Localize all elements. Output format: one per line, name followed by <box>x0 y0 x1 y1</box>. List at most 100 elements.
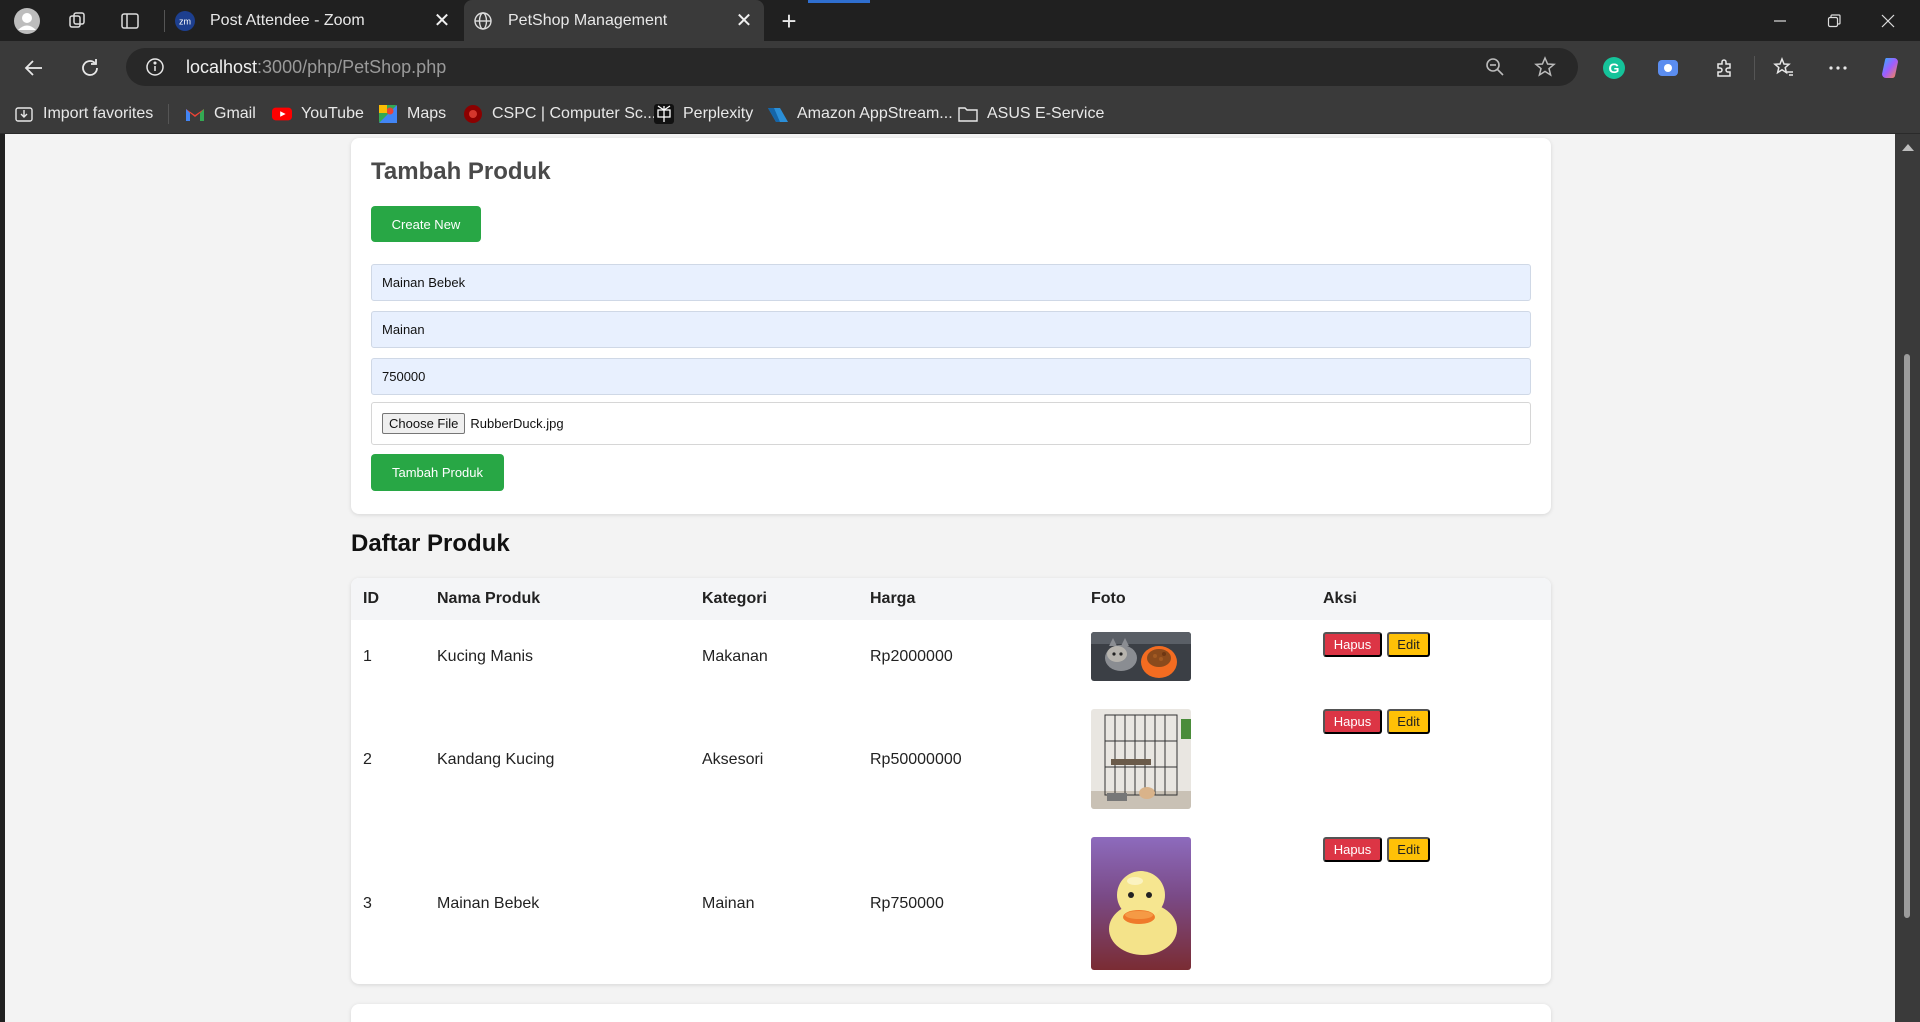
cat-food-photo <box>1091 632 1191 681</box>
cell-name: Kucing Manis <box>437 648 534 665</box>
product-photo-file-input[interactable]: Choose File RubberDuck.jpg <box>371 402 1531 445</box>
delete-button[interactable]: Hapus <box>1323 837 1382 862</box>
product-table: ID Nama Produk Kategori Harga Foto Aksi … <box>351 578 1551 984</box>
tab-bar: zm Post Attendee - Zoom ✕ PetShop Manage… <box>0 0 1920 41</box>
bookmark-asus-eservice[interactable]: ASUS E-Service <box>958 102 1104 126</box>
zoom-icon: zm <box>174 10 196 32</box>
perplexity-icon <box>654 104 674 124</box>
product-category-input[interactable]: Mainan <box>371 311 1531 348</box>
toolbar-separator <box>1754 56 1755 80</box>
bookmark-gmail[interactable]: Gmail <box>185 102 256 126</box>
grammarly-icon[interactable]: G <box>1598 52 1630 84</box>
product-list-title: Daftar Produk <box>351 530 510 557</box>
form-title: Tambah Produk <box>371 158 551 185</box>
gmail-icon <box>185 104 205 124</box>
bookmark-label: Perplexity <box>683 105 754 122</box>
cell-price: Rp750000 <box>870 895 944 912</box>
bookmarks-bar: Import favorites Gmail YouTube Maps CSPC… <box>0 94 1920 134</box>
screen-capture-icon[interactable] <box>1652 52 1684 84</box>
column-header-photo: Foto <box>1091 590 1126 607</box>
minimize-icon[interactable] <box>1752 0 1808 41</box>
browser-toolbar: localhost:3000/php/PetShop.php G <box>0 41 1920 94</box>
scrollbar-thumb[interactable] <box>1904 354 1910 918</box>
edit-button[interactable]: Edit <box>1387 709 1430 734</box>
add-product-button[interactable]: Tambah Produk <box>371 454 504 491</box>
cell-id: 3 <box>363 895 372 912</box>
cell-name: Kandang Kucing <box>437 751 555 768</box>
url-host: localhost <box>186 57 258 77</box>
table-header: ID Nama Produk Kategori Harga Foto Aksi <box>351 578 1551 620</box>
svg-text:zm: zm <box>179 16 191 26</box>
edit-button[interactable]: Edit <box>1387 632 1430 657</box>
cell-id: 2 <box>363 751 372 768</box>
page-scrollbar[interactable] <box>1895 134 1920 1022</box>
favorites-icon[interactable] <box>1768 52 1800 84</box>
close-window-icon[interactable] <box>1860 0 1916 41</box>
page-viewport: Tambah Produk Create New Mainan Bebek Ma… <box>5 134 1895 1022</box>
column-header-name: Nama Produk <box>437 590 541 607</box>
edit-button[interactable]: Edit <box>1387 837 1430 862</box>
appstream-icon <box>768 104 788 124</box>
add-product-form: Tambah Produk Create New Mainan Bebek Ma… <box>351 138 1551 514</box>
bookmark-amazon-appstream[interactable]: Amazon AppStream... <box>768 102 953 126</box>
tab-title: PetShop Management <box>508 11 668 29</box>
address-bar[interactable]: localhost:3000/php/PetShop.php <box>126 48 1578 86</box>
bookmark-perplexity[interactable]: Perplexity <box>654 102 753 126</box>
new-tab-button[interactable]: + <box>774 6 804 36</box>
delete-button[interactable]: Hapus <box>1323 709 1382 734</box>
import-icon <box>14 104 34 124</box>
copilot-icon[interactable] <box>1876 52 1908 84</box>
column-header-id: ID <box>363 590 379 607</box>
bookmark-label: YouTube <box>301 105 364 122</box>
column-header-category: Kategori <box>702 590 767 607</box>
url-text[interactable]: localhost:3000/php/PetShop.php <box>186 57 446 78</box>
bookmark-label: ASUS E-Service <box>987 105 1105 122</box>
scroll-up-arrow-icon[interactable] <box>1902 144 1914 151</box>
url-path: :3000/php/PetShop.php <box>257 57 447 77</box>
product-name-input[interactable]: Mainan Bebek <box>371 264 1531 301</box>
profile-avatar-icon[interactable] <box>12 6 42 36</box>
cell-id: 1 <box>363 648 372 665</box>
workspaces-icon[interactable] <box>62 6 92 36</box>
bookmark-import-favorites[interactable]: Import favorites <box>14 102 153 126</box>
youtube-icon <box>272 104 292 124</box>
back-arrow-icon[interactable] <box>18 52 50 84</box>
rubber-duck-photo <box>1091 837 1191 970</box>
accent-strip <box>808 0 870 3</box>
bookmark-label: Gmail <box>214 105 256 122</box>
tab-title: Post Attendee - Zoom <box>210 11 365 29</box>
cspc-icon <box>463 104 483 124</box>
cell-category: Mainan <box>702 895 755 912</box>
bookmark-label: Maps <box>407 105 447 122</box>
cell-category: Aksesori <box>702 751 764 768</box>
create-new-button[interactable]: Create New <box>371 206 481 242</box>
tab-zoom[interactable]: zm Post Attendee - Zoom ✕ <box>166 0 462 41</box>
delete-button[interactable]: Hapus <box>1323 632 1382 657</box>
choose-file-button[interactable]: Choose File <box>382 413 466 434</box>
bookmark-youtube[interactable]: YouTube <box>272 102 364 126</box>
cell-price: Rp50000000 <box>870 751 962 768</box>
cell-price: Rp2000000 <box>870 648 953 665</box>
bookmark-maps[interactable]: Maps <box>378 102 446 126</box>
zoom-icon-magnifier[interactable] <box>1484 56 1508 80</box>
bookmark-cspc[interactable]: CSPC | Computer Sc... <box>463 102 656 126</box>
more-options-icon[interactable] <box>1822 52 1854 84</box>
svg-text:G: G <box>1609 60 1620 76</box>
favorite-star-icon[interactable] <box>1534 56 1558 80</box>
bookmark-label: Amazon AppStream... <box>797 105 953 122</box>
tab-separator <box>164 10 165 32</box>
extensions-icon[interactable] <box>1708 52 1740 84</box>
cell-name: Mainan Bebek <box>437 895 540 912</box>
site-info-icon[interactable] <box>144 56 166 78</box>
bookmark-label: CSPC | Computer Sc... <box>492 105 657 122</box>
vertical-tabs-icon[interactable] <box>115 6 145 36</box>
tab-petshop[interactable]: PetShop Management ✕ <box>464 0 764 41</box>
cell-category: Makanan <box>702 648 768 665</box>
close-tab-icon[interactable]: ✕ <box>732 9 756 33</box>
close-tab-icon[interactable]: ✕ <box>430 9 454 33</box>
bookmark-label: Import favorites <box>43 105 154 122</box>
restore-icon[interactable] <box>1806 0 1862 41</box>
product-price-input[interactable]: 750000 <box>371 358 1531 395</box>
reload-icon[interactable] <box>74 52 106 84</box>
cat-cage-photo <box>1091 709 1191 809</box>
